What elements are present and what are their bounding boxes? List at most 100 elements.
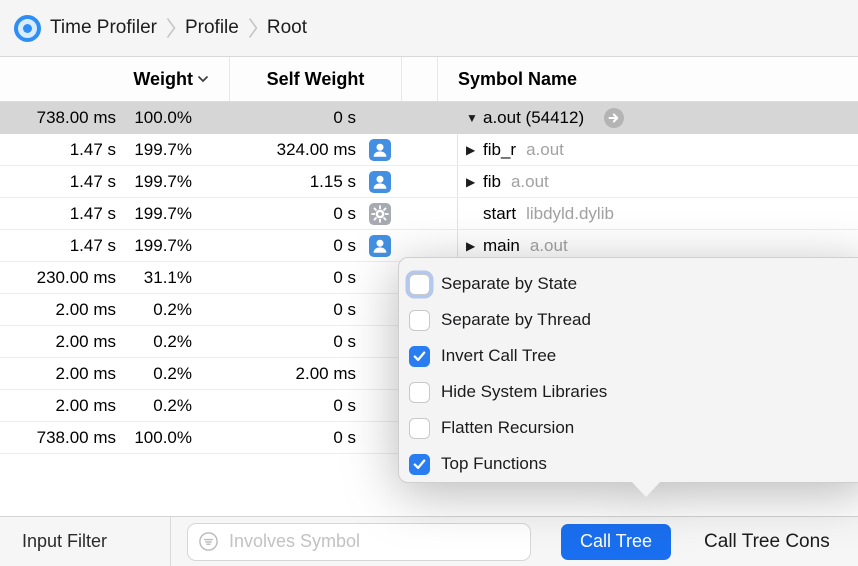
library-name: a.out — [511, 172, 549, 192]
symbol-name: fib — [483, 172, 501, 192]
breadcrumb: Time Profiler Profile Root — [0, 0, 858, 57]
symbol-name: fib_r — [483, 140, 516, 160]
self-weight-cell: 324.00 ms — [230, 140, 362, 160]
self-weight-cell: 0 s — [230, 300, 362, 320]
breadcrumb-chevron-icon — [166, 17, 176, 39]
weight-value: 738.00 ms — [37, 428, 116, 448]
time-profiler-icon — [14, 15, 41, 42]
person-icon-cell — [362, 139, 398, 161]
checkbox[interactable] — [409, 346, 430, 367]
disclosure-triangle[interactable]: ▶ — [466, 175, 483, 189]
breadcrumb-item-instrument[interactable]: Time Profiler — [50, 17, 157, 39]
weight-cell: 1.47 s199.7% — [0, 236, 230, 256]
call-tree-constraints-button[interactable]: Call Tree Cons — [704, 531, 830, 553]
table-row[interactable]: 1.47 s199.7%324.00 ms▶fib_ra.out — [0, 134, 858, 166]
library-name: a.out — [526, 140, 564, 160]
time-profiler-icon-dot — [23, 24, 32, 33]
weight-cell: 738.00 ms100.0% — [0, 428, 230, 448]
weight-value: 2.00 ms — [56, 396, 116, 416]
symbol-name: main — [483, 236, 520, 256]
popover-option-top-functions[interactable]: Top Functions — [409, 446, 858, 482]
symbol-cell: ▶fib_r a.out — [457, 134, 858, 165]
weight-percent: 199.7% — [116, 236, 192, 256]
weight-value: 2.00 ms — [56, 364, 116, 384]
popover-option-invert-call-tree[interactable]: Invert Call Tree — [409, 338, 858, 374]
weight-cell: 1.47 s199.7% — [0, 140, 230, 160]
weight-value: 738.00 ms — [37, 108, 116, 128]
detail-arrow-icon[interactable] — [604, 108, 624, 128]
filter-icon — [198, 531, 219, 552]
person-icon — [369, 171, 391, 193]
table-row[interactable]: 1.47 s199.7% 1.15 s ▶fib a.out — [0, 166, 858, 198]
symbol-name: a.out (54412) — [483, 108, 584, 128]
weight-cell: 2.00 ms0.2% — [0, 364, 230, 384]
breadcrumb-chevron-icon — [248, 17, 258, 39]
weight-cell: 1.47 s199.7% — [0, 204, 230, 224]
weight-value: 2.00 ms — [56, 300, 116, 320]
checkbox[interactable] — [409, 454, 430, 475]
self-weight-cell: 0 s — [230, 396, 362, 416]
column-header-weight[interactable]: Weight — [0, 57, 230, 101]
disclosure-triangle[interactable]: ▶ — [466, 143, 483, 157]
self-weight-cell: 0 s — [230, 268, 362, 288]
weight-cell: 2.00 ms0.2% — [0, 300, 230, 320]
input-filter-label: Input Filter — [0, 531, 170, 552]
popover-option-separate-by-thread[interactable]: Separate by Thread — [409, 302, 858, 338]
call-tree-button[interactable]: Call Tree — [561, 524, 671, 560]
column-header-self-weight[interactable]: Self Weight — [230, 57, 402, 101]
weight-percent: 0.2% — [116, 300, 192, 320]
weight-value: 1.47 s — [70, 140, 116, 160]
self-weight-cell: 2.00 ms — [230, 364, 362, 384]
checkbox[interactable] — [409, 418, 430, 439]
breadcrumb-item-root[interactable]: Root — [267, 17, 307, 39]
weight-percent: 199.7% — [116, 172, 192, 192]
person-icon-cell — [362, 235, 398, 257]
weight-percent: 0.2% — [116, 396, 192, 416]
breadcrumb-item-profile[interactable]: Profile — [185, 17, 239, 39]
popover-option-label: Separate by Thread — [441, 310, 591, 330]
sort-chevron-down-icon — [197, 75, 209, 83]
weight-cell: 2.00 ms0.2% — [0, 332, 230, 352]
popover-option-label: Invert Call Tree — [441, 346, 556, 366]
symbol-cell: startlibdyld.dylib — [457, 198, 858, 229]
person-icon-cell — [362, 171, 398, 193]
weight-percent: 199.7% — [116, 204, 192, 224]
table-row[interactable]: 1.47 s199.7%0 s startlibdyld.dylib — [0, 198, 858, 230]
symbol-cell: ▼a.out (54412) — [457, 102, 858, 133]
popover-option-label: Hide System Libraries — [441, 382, 607, 402]
popover-arrow — [631, 481, 661, 497]
weight-cell: 230.00 ms31.1% — [0, 268, 230, 288]
checkbox[interactable] — [409, 310, 430, 331]
symbol-name-header-label: Symbol Name — [458, 69, 577, 90]
self-weight-cell: 0 s — [230, 428, 362, 448]
symbol-filter-field[interactable] — [187, 523, 531, 561]
self-weight-cell: 0 s — [230, 108, 362, 128]
self-weight-cell: 0 s — [230, 236, 362, 256]
self-weight-cell: 0 s — [230, 332, 362, 352]
call-tree-popover: Separate by State Separate by Thread Inver… — [398, 257, 858, 483]
weight-header-label: Weight — [133, 69, 193, 90]
time-profiler-window: Time Profiler Profile Root Weight Self W… — [0, 0, 858, 566]
symbol-filter-input[interactable] — [227, 530, 520, 553]
popover-options: Separate by State Separate by Thread Inver… — [409, 266, 858, 482]
weight-value: 230.00 ms — [37, 268, 116, 288]
bottom-bar-divider — [170, 517, 171, 566]
weight-cell: 2.00 ms0.2% — [0, 396, 230, 416]
weight-percent: 31.1% — [116, 268, 192, 288]
disclosure-triangle[interactable]: ▼ — [466, 111, 483, 125]
popover-option-hide-system-libraries[interactable]: Hide System Libraries — [409, 374, 858, 410]
column-header-symbol-name[interactable]: Symbol Name — [438, 57, 577, 101]
table-row[interactable]: 738.00 ms100.0% 0 s ▼a.out (54412) — [0, 102, 858, 134]
popover-option-separate-by-state[interactable]: Separate by State — [409, 266, 858, 302]
popover-option-flatten-recursion[interactable]: Flatten Recursion — [409, 410, 858, 446]
weight-percent: 199.7% — [116, 140, 192, 160]
weight-percent: 100.0% — [116, 108, 192, 128]
self-weight-cell: 1.15 s — [230, 172, 362, 192]
checkbox[interactable] — [409, 382, 430, 403]
checkbox[interactable] — [409, 274, 430, 295]
weight-percent: 100.0% — [116, 428, 192, 448]
weight-value: 1.47 s — [70, 172, 116, 192]
disclosure-triangle[interactable]: ▶ — [466, 239, 483, 253]
self-weight-cell: 0 s — [230, 204, 362, 224]
column-header-spacer — [402, 57, 438, 101]
